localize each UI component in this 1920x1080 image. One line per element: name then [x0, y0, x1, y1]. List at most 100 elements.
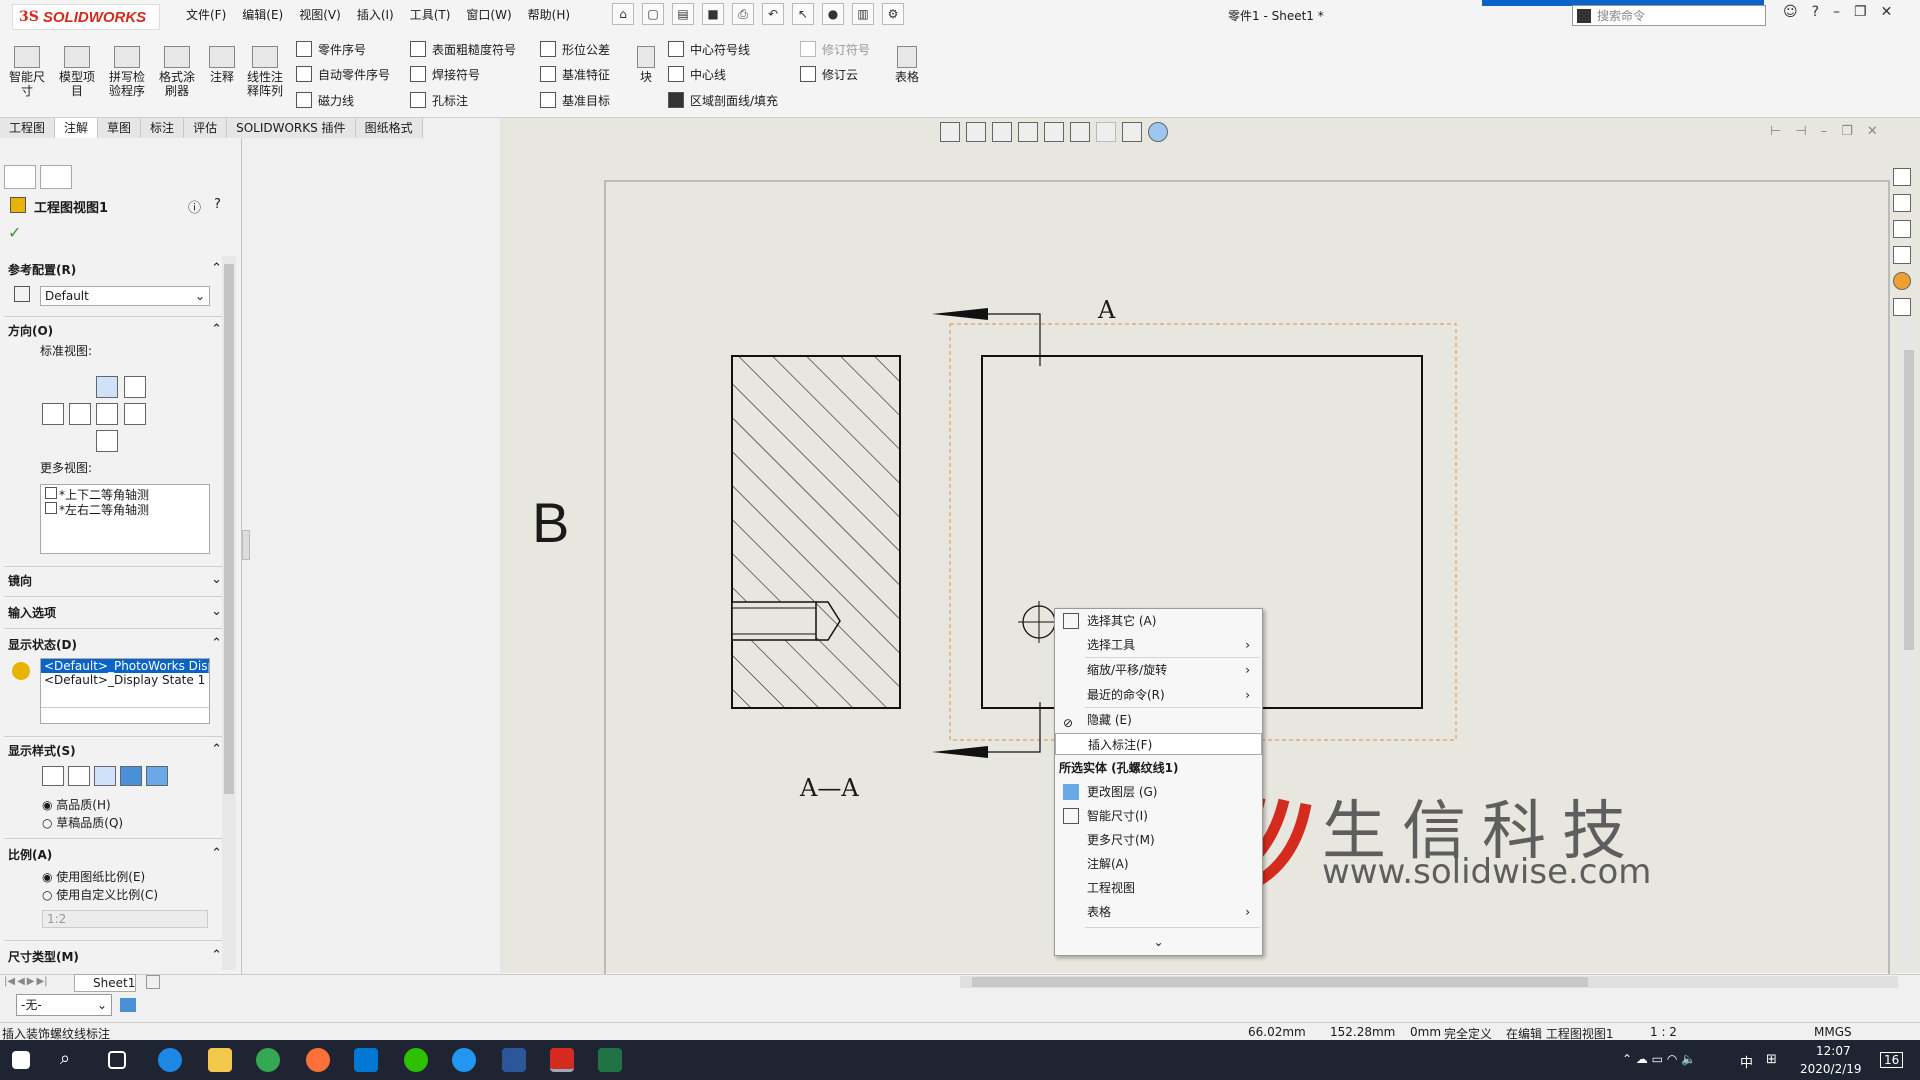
whats-wrong-icon[interactable]: ⓘ: [188, 197, 201, 216]
config-select[interactable]: Default ⌄: [40, 286, 210, 306]
solidworks-taskbar-icon[interactable]: [550, 1048, 574, 1072]
tray-icons[interactable]: ⌃ ☁ ▭ ◠ 🔈: [1622, 1052, 1696, 1066]
home-icon[interactable]: [1893, 168, 1911, 186]
user-icon[interactable]: ☺: [1783, 4, 1798, 20]
section-orientation[interactable]: 方向(O) ⌃: [8, 322, 222, 339]
wechat-icon[interactable]: [404, 1048, 428, 1072]
minimize-icon[interactable]: –: [1833, 4, 1840, 20]
menu-item-recent-commands[interactable]: 最近的命令(R) ›: [1055, 684, 1262, 706]
shaded-icon[interactable]: [146, 766, 168, 786]
menu-item-drawing-views[interactable]: 工程视图: [1055, 877, 1262, 899]
revision-cloud-button[interactable]: 修订云: [800, 63, 858, 85]
feishu-icon[interactable]: [452, 1048, 476, 1072]
file-explorer-icon[interactable]: [1893, 220, 1911, 238]
save-icon[interactable]: ■: [702, 3, 724, 25]
scroll-thumb[interactable]: [224, 264, 234, 794]
search-scope-icon[interactable]: [1577, 8, 1591, 23]
undo-icon[interactable]: ↶: [762, 3, 784, 25]
outlook-icon[interactable]: [354, 1048, 378, 1072]
chrome-icon[interactable]: [256, 1048, 280, 1072]
vertical-scrollbar[interactable]: [1902, 320, 1916, 970]
menu-item-more-dimensions[interactable]: 更多尺寸(M): [1055, 829, 1262, 851]
open-icon[interactable]: ▤: [672, 3, 694, 25]
section-mirror[interactable]: 镜向 ⌄: [8, 572, 222, 589]
area-hatch-button[interactable]: 区域剖面线/填充: [668, 89, 778, 111]
model-items-button[interactable]: 模型项目: [54, 46, 100, 98]
layer-properties-icon[interactable]: [120, 998, 136, 1012]
section-ref-config[interactable]: 参考配置(R) ⌃: [8, 261, 222, 278]
scroll-thumb[interactable]: [972, 977, 1588, 987]
task-view-icon[interactable]: [108, 1051, 126, 1069]
front-view-icon[interactable]: [96, 376, 118, 398]
ok-check-icon[interactable]: ✓: [8, 223, 21, 242]
scroll-thumb[interactable]: [1904, 350, 1914, 650]
ime-indicator[interactable]: 中: [1740, 1052, 1753, 1071]
print-icon[interactable]: ⎙: [732, 3, 754, 25]
section-dimension-type[interactable]: 尺寸类型(M) ⌃: [8, 948, 222, 965]
layer-select[interactable]: -无- ⌄: [16, 994, 112, 1016]
more-view-item[interactable]: *左右二等角轴测: [45, 502, 205, 517]
menu-item-tables[interactable]: 表格 ›: [1055, 901, 1262, 923]
feature-tree-tab-icon[interactable]: [4, 165, 36, 189]
note-button[interactable]: 注释: [202, 46, 242, 84]
restore-icon[interactable]: ❐: [1854, 4, 1867, 20]
left-view-icon[interactable]: [96, 403, 118, 425]
tab-evaluate[interactable]: 评估: [184, 118, 228, 138]
section-display-style[interactable]: 显示样式(S) ⌃: [8, 742, 222, 759]
block-button[interactable]: 块: [632, 46, 660, 84]
surface-finish-button[interactable]: 表面粗糙度符号: [410, 38, 516, 60]
sheet-tab[interactable]: Sheet1: [74, 974, 136, 992]
menu-item-select-other[interactable]: 选择其它 (A): [1055, 610, 1262, 632]
menu-item-smart-dimension[interactable]: 智能尺寸(I): [1055, 805, 1262, 827]
menu-item-annotations[interactable]: 注解(A): [1055, 853, 1262, 875]
options-gear-icon[interactable]: ⚙: [882, 3, 904, 25]
section-view-hatched-body[interactable]: [731, 355, 901, 709]
balloon-button[interactable]: 零件序号: [296, 38, 366, 60]
close-icon[interactable]: ✕: [1881, 4, 1893, 20]
windows-start-icon[interactable]: [12, 1051, 30, 1069]
linear-note-pattern-button[interactable]: 线性注释阵列: [242, 46, 288, 98]
centerline-button[interactable]: 中心线: [668, 63, 726, 85]
panel-help-icon[interactable]: ?: [214, 197, 221, 212]
magnetic-line-button[interactable]: 磁力线: [296, 89, 354, 111]
menu-insert[interactable]: 插入(I): [349, 6, 402, 24]
top-view-icon[interactable]: [42, 403, 64, 425]
ime-mode-icon[interactable]: ⊞: [1766, 1052, 1777, 1067]
panel-splitter-handle[interactable]: [242, 530, 250, 560]
hidden-lines-visible-icon[interactable]: [68, 766, 90, 786]
clock-time[interactable]: 12:07: [1816, 1044, 1851, 1058]
auto-balloon-button[interactable]: 自动零件序号: [296, 63, 390, 85]
view-palette-icon[interactable]: [1893, 246, 1911, 264]
radio-use-sheet-scale[interactable]: ◉ 使用图纸比例(E): [42, 868, 145, 885]
smart-dimension-button[interactable]: 智能尺寸: [4, 46, 50, 98]
datum-target-button[interactable]: 基准目标: [540, 89, 610, 111]
geometric-tolerance-button[interactable]: 形位公差: [540, 38, 610, 60]
right-view-icon[interactable]: [124, 403, 146, 425]
menu-item-hide[interactable]: ⊘ 隐藏 (E): [1055, 709, 1262, 731]
back-view-icon[interactable]: [96, 430, 118, 452]
radio-draft-quality[interactable]: ○ 草稿品质(Q): [42, 814, 123, 831]
menu-window[interactable]: 窗口(W): [458, 6, 519, 24]
list-item[interactable]: <Default>_Display State 1: [41, 673, 209, 687]
section-display-state[interactable]: 显示状态(D) ⌃: [8, 636, 222, 653]
spell-checker-button[interactable]: 拼写检验程序: [104, 46, 150, 98]
section-scale[interactable]: 比例(A) ⌃: [8, 846, 222, 863]
menu-view[interactable]: 视图(V): [291, 6, 349, 24]
menu-item-selection-tools[interactable]: 选择工具 ›: [1055, 634, 1262, 656]
menu-file[interactable]: 文件(F): [178, 6, 234, 24]
word-icon[interactable]: [502, 1048, 526, 1072]
tab-drawing[interactable]: 工程图: [0, 118, 56, 138]
menu-tools[interactable]: 工具(T): [402, 6, 459, 24]
search-input[interactable]: 搜索命令: [1572, 5, 1766, 26]
tab-annotation[interactable]: 注解: [55, 118, 99, 138]
shaded-edges-icon[interactable]: [120, 766, 142, 786]
edge-icon[interactable]: [158, 1048, 182, 1072]
status-units[interactable]: MMGS: [1814, 1025, 1852, 1039]
hidden-lines-removed-icon[interactable]: [94, 766, 116, 786]
notification-badge[interactable]: 16: [1880, 1052, 1904, 1068]
excel-icon[interactable]: [598, 1048, 622, 1072]
appearances-icon[interactable]: [1893, 272, 1911, 290]
center-mark-button[interactable]: 中心符号线: [668, 38, 750, 60]
file-explorer-icon[interactable]: [208, 1048, 232, 1072]
add-sheet-icon[interactable]: [146, 975, 160, 989]
